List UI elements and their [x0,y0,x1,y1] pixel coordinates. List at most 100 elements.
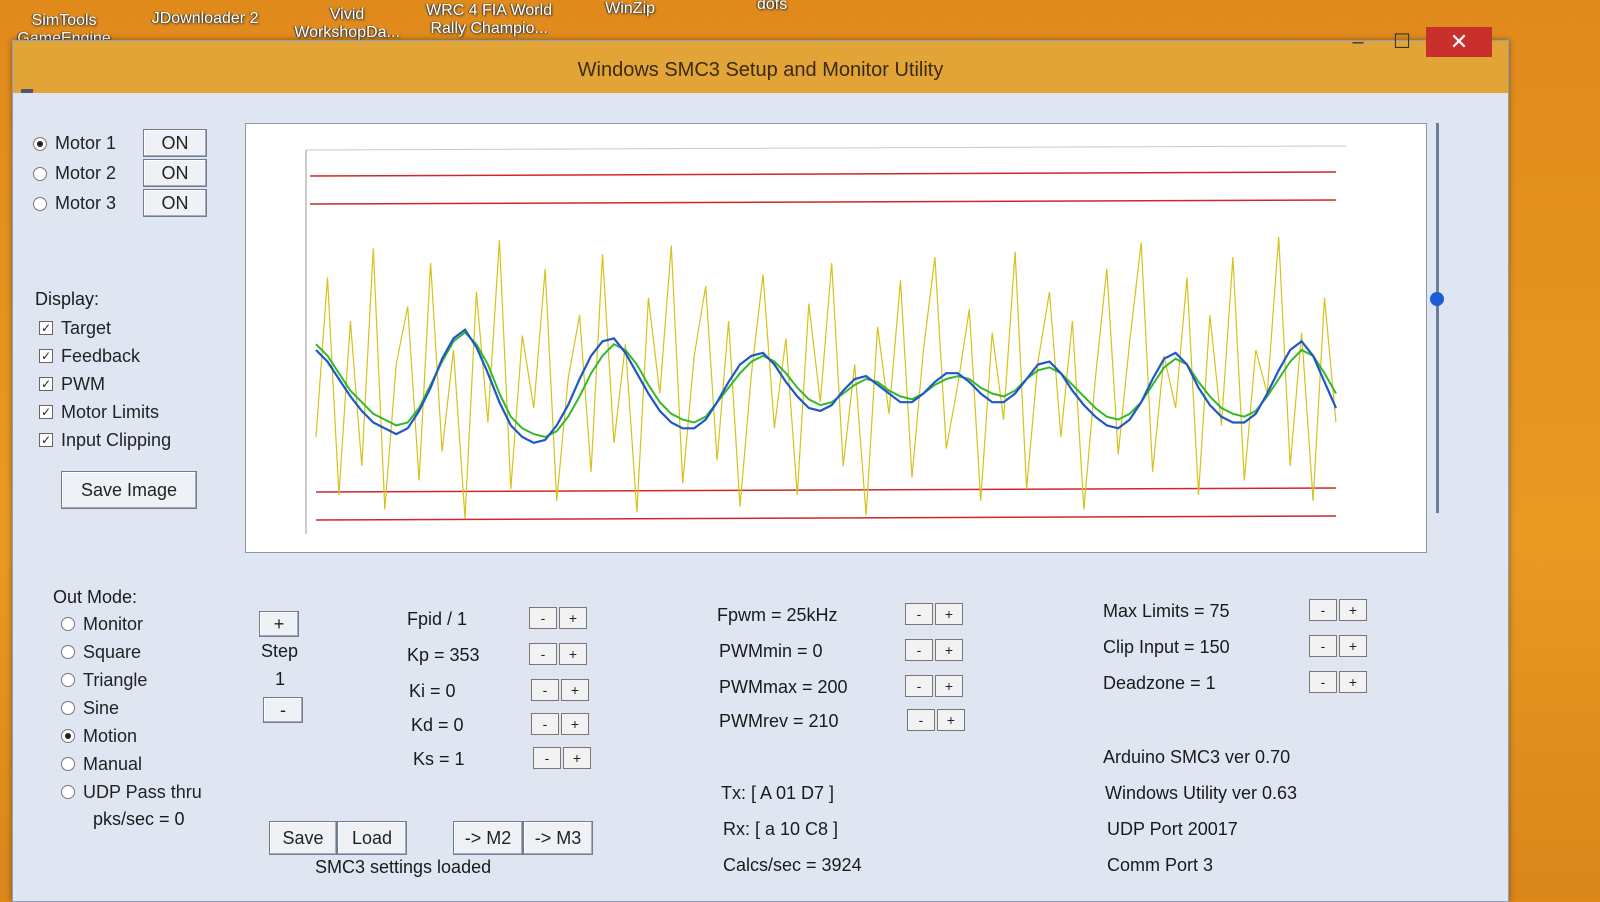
manual-position-slider-track[interactable] [1436,123,1439,513]
motor-1-radio[interactable] [33,136,47,151]
motion-radio[interactable] [61,729,75,744]
feedback-checkbox[interactable]: ✓ [39,349,53,364]
ks-minus-button[interactable]: - [533,747,561,769]
fpid-plus-button[interactable]: + [559,607,587,629]
motor-3-row[interactable]: Motor 3 [33,193,116,221]
mode-sine-option[interactable]: Sine [61,697,119,719]
window-titlebar[interactable]: Windows SMC3 Setup and Monitor Utility –… [13,27,1508,93]
motor-2-radio[interactable] [33,166,47,181]
manual-position-slider-thumb[interactable] [1430,291,1444,306]
ks-plus-button[interactable]: + [563,747,591,769]
pwm-label: PWM [61,373,105,394]
motor-1-on-button[interactable]: ON [143,129,207,157]
clip-input-plus-button[interactable]: + [1339,635,1367,657]
pwmmax-plus-button[interactable]: + [935,675,963,697]
motor-2-row[interactable]: Motor 2 [33,163,116,191]
max-limits-minus-button[interactable]: - [1309,599,1337,621]
smc3-window: Windows SMC3 Setup and Monitor Utility –… [12,27,1509,902]
deadzone-minus-button[interactable]: - [1309,671,1337,693]
motor-limit-upper-line [309,171,1337,177]
desktop-icon-label: dofs [756,0,788,13]
mode-monitor-option[interactable]: Monitor [61,613,143,635]
maximize-button[interactable]: ☐ [1382,27,1422,57]
kp-plus-button[interactable]: + [559,643,587,665]
desktop-icon-label: WRC 4 FIA World [426,2,552,19]
desktop-icon-label: SimTools [31,12,97,29]
manual-radio[interactable] [61,757,75,772]
save-settings-button[interactable]: Save [269,821,337,855]
mode-udp-option[interactable]: UDP Pass thru [61,781,202,803]
target-checkbox[interactable]: ✓ [39,321,53,336]
kd-plus-button[interactable]: + [561,713,589,735]
motor-1-row[interactable]: Motor 1 [33,133,116,161]
kd-minus-button[interactable]: - [531,713,559,735]
display-motor-limits-option[interactable]: ✓ Motor Limits [39,401,159,423]
desktop-icon-winzip[interactable]: WinZip [590,0,670,18]
comm-port: Comm Port 3 [1107,855,1214,875]
square-label: Square [83,641,142,662]
pwmrev-minus-button[interactable]: - [907,709,935,731]
pwmrev-plus-button[interactable]: + [937,709,965,731]
ki-plus-button[interactable]: + [561,679,589,701]
motor-3-on-button[interactable]: ON [143,189,207,217]
clip-input-minus-button[interactable]: - [1309,635,1337,657]
monitor-radio[interactable] [61,617,75,632]
step-label: Step [261,641,299,661]
ki-minus-button[interactable]: - [531,679,559,701]
input-clipping-checkbox[interactable]: ✓ [39,433,53,448]
desktop-icon-jdownloader[interactable]: JDownloader 2 [140,10,270,28]
udp-radio[interactable] [61,785,75,800]
copy-to-m3-button[interactable]: -> M3 [523,821,593,855]
mode-square-option[interactable]: Square [61,641,141,663]
motor-limits-checkbox[interactable]: ✓ [39,405,53,420]
utility-version: Windows Utility ver 0.63 [1105,783,1298,803]
step-decrease-button[interactable]: - [263,697,303,723]
desktop-icon-label: JDownloader 2 [151,10,259,27]
deadzone-plus-button[interactable]: + [1339,671,1367,693]
input-clip-lower-line [315,487,1337,493]
feedback-trace [315,328,1338,444]
desktop-icon-wrc4[interactable]: WRC 4 FIA World Rally Champio... [414,2,564,38]
sine-label: Sine [83,697,120,718]
pwmmin-minus-button[interactable]: - [905,639,933,661]
triangle-radio[interactable] [61,673,75,688]
load-settings-button[interactable]: Load [337,821,407,855]
minimize-button[interactable]: – [1338,27,1378,57]
square-radio[interactable] [61,645,75,660]
display-feedback-option[interactable]: ✓ Feedback [39,345,140,367]
sine-radio[interactable] [61,701,75,716]
input-clipping-label: Input Clipping [61,429,172,450]
display-pwm-option[interactable]: ✓ PWM [39,373,105,395]
desktop-icon-dofs[interactable]: dofs [742,0,802,14]
kp-minus-button[interactable]: - [529,643,557,665]
max-limits-plus-button[interactable]: + [1339,599,1367,621]
mode-triangle-option[interactable]: Triangle [61,669,147,691]
motor-limit-lower-line [315,515,1337,521]
pwmmax-minus-button[interactable]: - [905,675,933,697]
mode-manual-option[interactable]: Manual [61,753,142,775]
motor-2-on-button[interactable]: ON [143,159,207,187]
motor-3-radio[interactable] [33,196,47,211]
step-increase-button[interactable]: + [259,611,299,637]
close-button[interactable]: ✕ [1426,27,1492,57]
fpwm-plus-button[interactable]: + [935,603,963,625]
pwmmin-plus-button[interactable]: + [935,639,963,661]
manual-label: Manual [83,753,143,774]
display-target-option[interactable]: ✓ Target [39,317,111,339]
fpwm-minus-button[interactable]: - [905,603,933,625]
mode-motion-option[interactable]: Motion [61,725,137,747]
copy-to-m2-button[interactable]: -> M2 [453,821,523,855]
target-label: Target [61,317,112,338]
fpwm-value: Fpwm = 25kHz [717,605,838,625]
display-input-clipping-option[interactable]: ✓ Input Clipping [39,429,171,451]
motor-2-label: Motor 2 [55,163,117,183]
desktop-icon-vivid[interactable]: Vivid WorkshopDa... [282,6,412,42]
display-heading: Display: [35,289,100,309]
ki-value: Ki = 0 [409,681,456,701]
fpid-minus-button[interactable]: - [529,607,557,629]
rx-status: Rx: [ a 10 C8 ] [723,819,839,839]
pwm-checkbox[interactable]: ✓ [39,377,53,392]
window-client-area: Motor 1 ON Motor 2 ON Motor 3 ON Display… [13,93,1508,901]
pwmrev-value: PWMrev = 210 [719,711,839,731]
save-image-button[interactable]: Save Image [61,471,197,509]
